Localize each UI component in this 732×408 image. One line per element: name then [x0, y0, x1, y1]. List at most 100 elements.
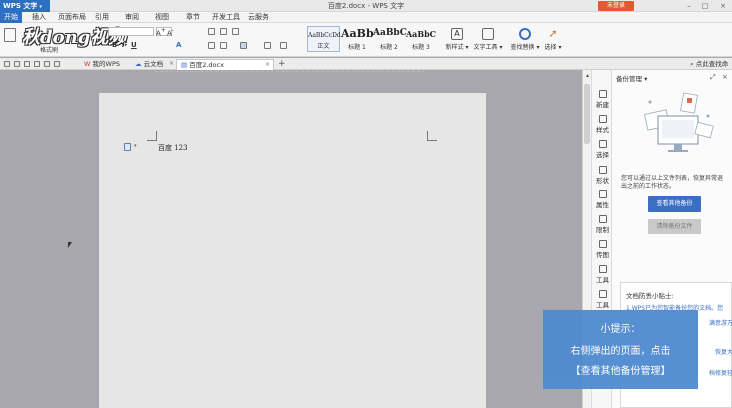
text-tools-button[interactable]: 文字工具 ▾ — [472, 26, 504, 54]
numbering-icon[interactable] — [220, 28, 227, 35]
document-text[interactable]: 百度 123 — [158, 143, 188, 153]
justify-icon[interactable] — [240, 42, 247, 49]
tips-fragment: 档修复轻 — [709, 370, 732, 377]
tab-chapter[interactable]: 章节 — [182, 12, 204, 23]
format-painter-label[interactable]: 格式刷 — [40, 45, 58, 54]
tips-fragment: 满意游万 — [709, 320, 732, 327]
sidebar-item-select[interactable]: 选择 — [592, 140, 613, 159]
tip-line-2: 右侧弹出的页面，点击 — [570, 346, 671, 357]
close-tab-icon[interactable]: × — [265, 60, 270, 70]
sidebar-item-new[interactable]: 新建 — [592, 90, 613, 109]
font-name-field[interactable] — [108, 27, 154, 36]
align-left-icon[interactable] — [208, 42, 215, 49]
tip-line-3: 【查看其他备份管理】 — [570, 366, 671, 377]
sidebar-item-upload-image[interactable]: 传图 — [592, 240, 613, 259]
preview-icon[interactable] — [34, 61, 40, 67]
style-normal[interactable]: AaBbCcDd 正文 — [307, 26, 341, 52]
tip-heading: 小提示： — [600, 324, 641, 335]
sidebar-item-tools[interactable]: 工具 — [592, 265, 613, 284]
align-center-icon[interactable] — [220, 42, 227, 49]
tab-insert[interactable]: 插入 — [28, 12, 50, 23]
maximize-button[interactable]: □ — [698, 0, 712, 12]
style-heading-2[interactable]: AaBbC 标题 2 — [373, 26, 407, 52]
tab-cloud-docs[interactable]: ☁ 云文档 × — [131, 59, 177, 70]
sidebar-item-tools-2[interactable]: 工具 — [592, 290, 613, 309]
font-color-icon[interactable]: A — [176, 41, 181, 49]
style-icon — [598, 115, 607, 123]
chevron-down-icon[interactable]: ▾ — [134, 143, 137, 149]
paste-icon[interactable] — [4, 28, 16, 42]
title-bar: WPS 文字 ▾ 百度2.docx - WPS 文字 未登录 – □ × — [0, 0, 732, 12]
search-icon — [519, 28, 531, 40]
view-other-backups-button[interactable]: 查看其他备份 — [648, 196, 701, 212]
tab-view[interactable]: 视图 — [151, 12, 173, 23]
bold-icon[interactable]: B — [112, 41, 117, 49]
document-canvas[interactable] — [0, 70, 582, 408]
margin-corner — [147, 131, 157, 141]
scroll-up-icon[interactable]: ▴ — [584, 72, 591, 79]
text-tools-icon — [482, 28, 494, 40]
tab-document-label: 百度2.docx — [189, 61, 224, 69]
login-button[interactable]: 未登录 — [598, 1, 634, 11]
tab-review[interactable]: 审阅 — [121, 12, 143, 23]
tab-references[interactable]: 引用 — [91, 12, 113, 23]
close-tab-icon[interactable]: × — [169, 59, 174, 69]
doc-icon: ▤ — [181, 61, 188, 69]
pin-icon[interactable]: ⤢ — [710, 73, 716, 82]
clear-backup-button[interactable]: 清除备份文件 — [648, 219, 701, 234]
sidebar-item-shape[interactable]: 形状 — [592, 166, 613, 185]
redo-icon[interactable] — [54, 61, 60, 67]
underline-icon[interactable]: U — [131, 41, 137, 49]
new-style-icon: A — [451, 28, 463, 40]
new-style-button[interactable]: A 新样式 ▾ — [441, 26, 473, 54]
tips-fragment: 恢复大 — [715, 349, 732, 356]
tab-my-wps[interactable]: W 我的WPS — [80, 59, 128, 70]
tab-document[interactable]: ▤ 百度2.docx × — [176, 59, 274, 70]
sidebar-item-style[interactable]: 样式 — [592, 115, 613, 134]
save-icon[interactable] — [4, 61, 10, 67]
style-heading-3[interactable]: AaBbC 标题 3 — [405, 26, 437, 52]
tab-developer[interactable]: 开发工具 — [208, 12, 244, 23]
margin-corner — [427, 131, 437, 141]
select-icon — [598, 140, 607, 148]
italic-icon[interactable]: I — [122, 41, 125, 49]
scroll-thumb[interactable] — [584, 84, 590, 144]
tab-page-layout[interactable]: 页面布局 — [54, 12, 90, 23]
sidebar-item-properties[interactable]: 属性 — [592, 190, 613, 209]
command-search[interactable]: ⌕ 点此查找命 — [690, 58, 728, 70]
document-tab-bar: W 我的WPS ☁ 云文档 × ▤ 百度2.docx × + ⌕ 点此查找命 — [0, 58, 732, 70]
indent-icon[interactable] — [232, 28, 239, 35]
command-search-label: 点此查找命 — [695, 60, 729, 68]
close-icon[interactable]: × — [722, 73, 728, 81]
ribbon: 秋dong视频 格式刷 A+ A- B I U A AaBbCcDd 正文 Aa… — [0, 23, 732, 57]
select-button[interactable]: ➚ 选择 ▾ — [537, 26, 569, 54]
tools-icon — [598, 265, 607, 273]
grow-font-icon[interactable]: A+ — [156, 28, 166, 37]
wps-logo-icon: W — [84, 60, 91, 68]
shading-icon[interactable] — [280, 42, 287, 49]
shrink-font-icon[interactable]: A- — [167, 28, 174, 37]
tips-title: 文档防丢小贴士: — [626, 292, 674, 300]
mouse-pointer-icon — [68, 242, 72, 248]
undo-icon[interactable] — [44, 61, 50, 67]
print-icon[interactable] — [24, 61, 30, 67]
tab-cloud-docs-label: 云文档 — [143, 60, 164, 68]
backup-illustration-icon — [644, 92, 714, 152]
sidebar-item-restrict[interactable]: 限制 — [592, 215, 613, 234]
search-icon: ⌕ — [690, 60, 694, 68]
style-heading-1[interactable]: AaBb 标题 1 — [341, 26, 374, 52]
minimize-button[interactable]: – — [682, 0, 696, 12]
bullets-icon[interactable] — [208, 28, 215, 35]
document-icon[interactable] — [124, 143, 131, 151]
new-tab-button[interactable]: + — [278, 58, 286, 70]
tip-overlay: 小提示： 右侧弹出的页面，点击 【查看其他备份管理】 — [543, 310, 698, 389]
tab-cloud[interactable]: 云服务 — [244, 12, 273, 23]
panel-title[interactable]: 备份管理 ▾ — [616, 73, 647, 83]
close-button[interactable]: × — [716, 0, 730, 12]
tab-home[interactable]: 开始 — [0, 12, 22, 23]
line-spacing-icon[interactable] — [264, 42, 271, 49]
new-doc-icon — [598, 90, 607, 98]
image-icon — [598, 240, 607, 248]
panel-description: 您可以通过以上文件列表，恢复异常退出之前的工作状态。 — [621, 175, 724, 190]
open-icon[interactable] — [14, 61, 20, 67]
